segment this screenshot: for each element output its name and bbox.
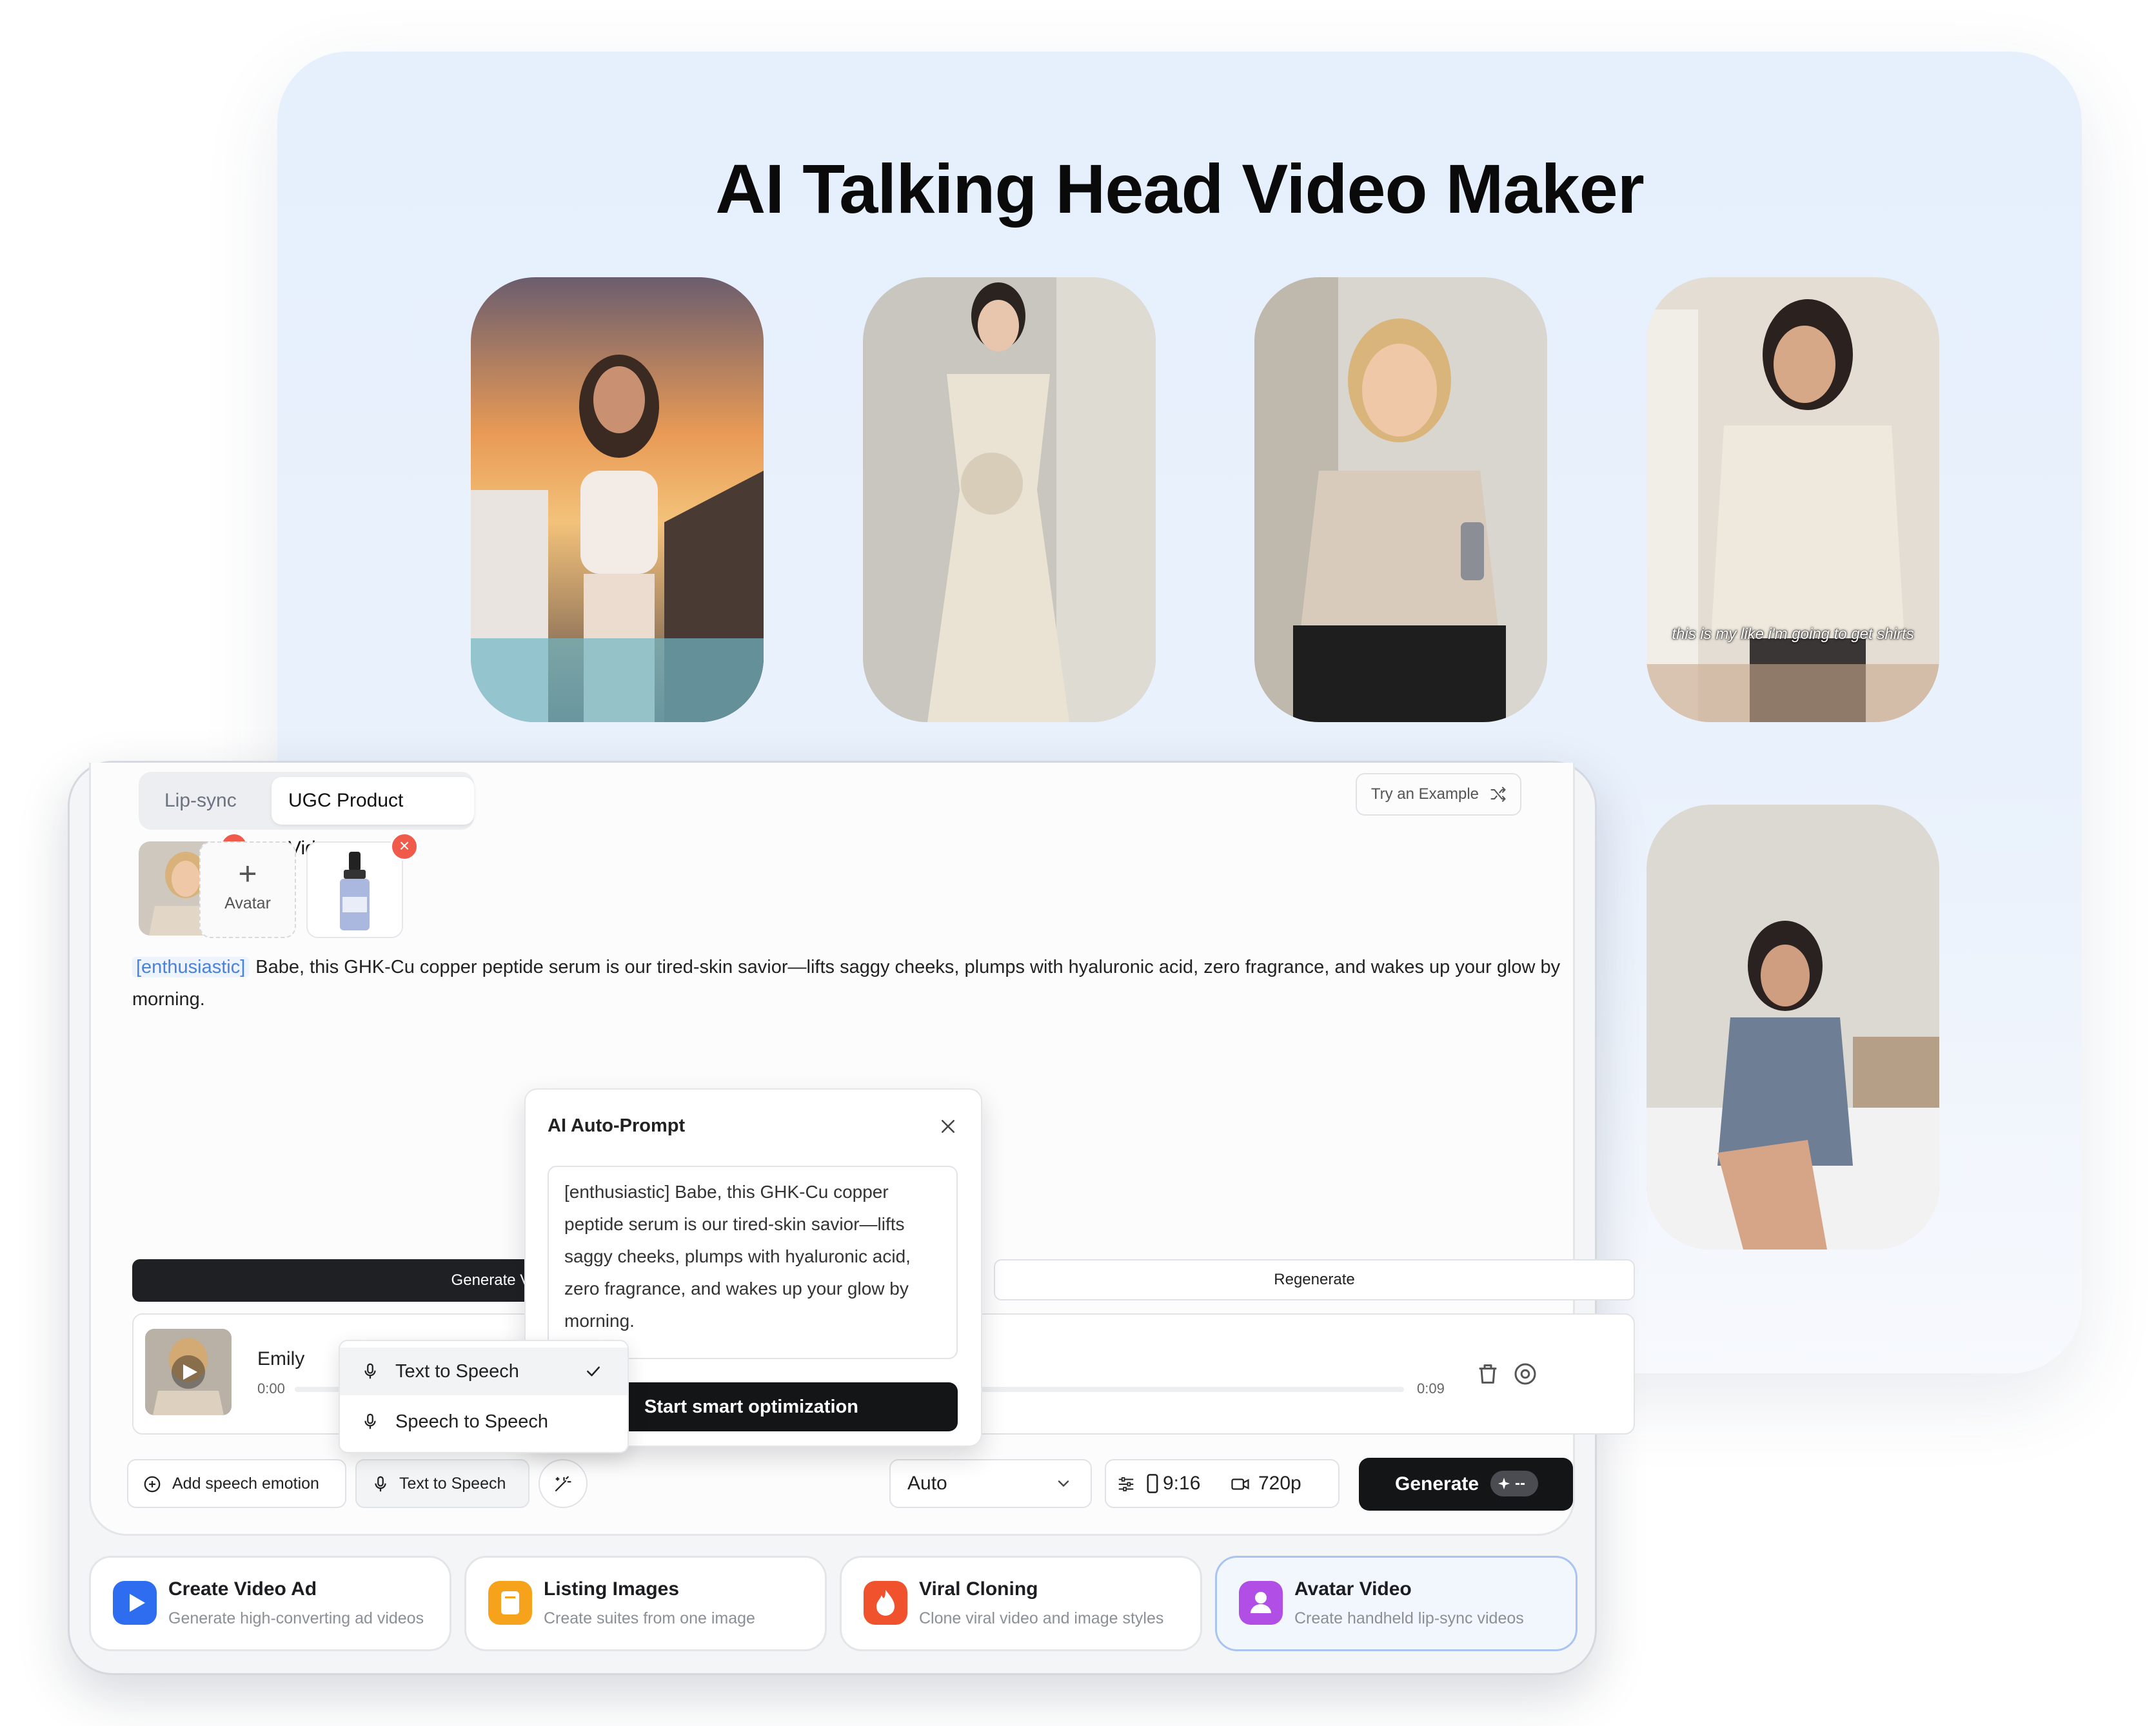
add-avatar-label: Avatar	[224, 894, 271, 912]
generate-button[interactable]: Generate --	[1359, 1458, 1573, 1511]
feature-subtitle: Create suites from one image	[544, 1609, 755, 1627]
microphone-icon	[375, 1476, 386, 1492]
add-speech-emotion-button[interactable]: Add speech emotion	[127, 1459, 346, 1508]
feature-subtitle: Generate high-converting ad videos	[168, 1609, 424, 1627]
video-tile-bed[interactable]	[1647, 805, 1939, 1250]
video-caption: this is my like i'm going to get shirts	[1672, 625, 1914, 643]
feature-create-video-ad[interactable]: Create Video Ad Generate high-converting…	[89, 1556, 451, 1651]
feature-listing-images[interactable]: Listing Images Create suites from one im…	[464, 1556, 827, 1651]
mode-tabs: Lip-sync UGC Product Video	[139, 772, 474, 859]
remove-product-button[interactable]: ×	[390, 832, 419, 861]
sparkle-icon	[1498, 1477, 1510, 1490]
try-example-button[interactable]: Try an Example	[1355, 773, 1521, 816]
feature-title: Viral Cloning	[919, 1578, 1038, 1600]
menu-item-label: Speech to Speech	[395, 1411, 549, 1432]
menu-item-text-to-speech[interactable]: Text to Speech	[340, 1348, 628, 1395]
plus-icon: +	[238, 856, 257, 892]
add-speech-emotion-label: Add speech emotion	[172, 1475, 319, 1493]
avatar-app-icon	[1239, 1581, 1283, 1625]
video-thumbnail	[863, 277, 1156, 722]
video-tile-dress[interactable]	[863, 277, 1156, 722]
feature-title: Avatar Video	[1294, 1578, 1412, 1600]
time-end: 0:09	[1417, 1380, 1445, 1397]
emotion-tag[interactable]: [enthusiastic]	[132, 957, 250, 977]
product-thumbnail[interactable]	[306, 841, 403, 938]
feature-avatar-video[interactable]: Avatar Video Create handheld lip-sync vi…	[1215, 1556, 1577, 1651]
model-select[interactable]: Auto	[889, 1459, 1092, 1508]
add-circle-icon	[144, 1476, 161, 1493]
video-thumbnail	[1647, 805, 1939, 1250]
play-icon	[145, 1329, 232, 1415]
play-app-icon	[113, 1581, 157, 1625]
trash-icon[interactable]	[1475, 1361, 1501, 1387]
menu-item-speech-to-speech[interactable]: Speech to Speech	[340, 1398, 628, 1446]
video-thumbnail	[1647, 277, 1939, 722]
tab-ugc-product-video[interactable]: UGC Product Video	[272, 777, 474, 859]
video-tile-sweatshirt[interactable]: this is my like i'm going to get shirts	[1647, 277, 1939, 722]
popover-title: AI Auto-Prompt	[548, 1115, 686, 1136]
credits-value: --	[1515, 1475, 1525, 1492]
feature-viral-cloning[interactable]: Viral Cloning Clone viral video and imag…	[840, 1556, 1202, 1651]
check-icon	[587, 1366, 600, 1377]
voice-mode-button[interactable]: Text to Speech	[355, 1459, 529, 1508]
model-select-value: Auto	[907, 1473, 947, 1494]
start-smart-optimization-label: Start smart optimization	[644, 1397, 858, 1417]
microphone-icon	[364, 1413, 376, 1429]
video-camera-icon	[1231, 1478, 1249, 1490]
chevron-down-icon	[1058, 1480, 1069, 1487]
shuffle-icon	[1490, 787, 1506, 802]
voice-name: Emily	[257, 1348, 305, 1369]
time-start: 0:00	[257, 1380, 285, 1397]
aspect-ratio-value: 9:16	[1163, 1473, 1201, 1494]
credits-badge: --	[1490, 1471, 1538, 1496]
video-thumbnail	[471, 277, 764, 722]
optimized-prompt-text[interactable]: [enthusiastic] Babe, this GHK-Cu copper …	[548, 1166, 958, 1359]
listing-app-icon	[488, 1581, 532, 1625]
add-avatar-button[interactable]: + Avatar	[199, 841, 296, 938]
sliders-icon	[1118, 1477, 1134, 1491]
feature-title: Listing Images	[544, 1578, 680, 1600]
script-body: Babe, this GHK-Cu copper peptide serum i…	[132, 957, 1561, 1010]
generate-voice-button[interactable]: Generate Voice	[132, 1259, 577, 1302]
video-settings-button[interactable]: 9:16 720p	[1105, 1459, 1340, 1508]
tab-lip-sync[interactable]: Lip-sync	[148, 777, 253, 825]
resolution-value: 720p	[1258, 1473, 1301, 1494]
magic-wand-button[interactable]	[539, 1459, 588, 1508]
close-icon[interactable]	[938, 1117, 958, 1136]
magic-wand-icon	[555, 1476, 571, 1492]
feature-subtitle: Clone viral video and image styles	[919, 1609, 1164, 1627]
script-text[interactable]: [enthusiastic] Babe, this GHK-Cu copper p…	[132, 951, 1628, 1015]
hero-title: AI Talking Head Video Maker	[715, 150, 1644, 228]
video-tile-sunset[interactable]	[471, 277, 764, 722]
microphone-icon	[364, 1363, 376, 1379]
generate-label: Generate	[1395, 1473, 1479, 1495]
video-thumbnail	[1254, 277, 1547, 722]
regenerate-button[interactable]: Regenerate	[994, 1259, 1635, 1300]
product-image	[308, 843, 402, 937]
feature-title: Create Video Ad	[168, 1578, 317, 1600]
try-example-label: Try an Example	[1370, 785, 1479, 803]
video-tile-serum[interactable]	[1254, 277, 1547, 722]
portrait-icon	[1147, 1474, 1158, 1493]
menu-item-label: Text to Speech	[395, 1361, 519, 1382]
feature-subtitle: Create handheld lip-sync videos	[1294, 1609, 1524, 1627]
voice-avatar[interactable]	[145, 1329, 232, 1415]
voice-mode-label: Text to Speech	[399, 1475, 506, 1493]
flame-icon	[864, 1581, 907, 1625]
settings-icon[interactable]	[1512, 1361, 1538, 1387]
voice-mode-menu: Text to Speech Speech to Speech	[339, 1340, 629, 1453]
